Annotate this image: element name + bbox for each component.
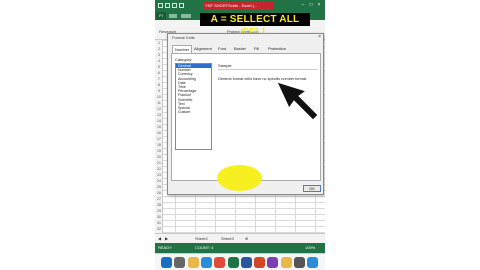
row-headers: 1 2 3 4 5 6 7 8 9 10 11 12 13 14 15 16 17 18 19 20 21 22 23 24 2… (155, 40, 163, 233)
minimize-button[interactable]: – (300, 2, 306, 9)
sheet-nav-next-icon[interactable]: ▶ (165, 235, 168, 243)
window-title: YDF SHORTSvide - Excel (... (203, 1, 273, 10)
sheet-tab-sheet2[interactable]: Sheet2 (195, 235, 208, 243)
status-bar: READY COUNT: 4 100% (155, 243, 325, 253)
excel-icon[interactable] (227, 257, 239, 268)
status-count: COUNT: 4 (195, 245, 214, 250)
zoom-level[interactable]: 100% (305, 243, 315, 253)
tab-number[interactable]: Number (172, 45, 193, 53)
file-tab[interactable]: FI (156, 12, 166, 20)
title-bar: YDF SHORTSvide - Excel (... – □ × (155, 0, 325, 12)
folder-icon[interactable] (280, 257, 292, 268)
annotation-arrow-icon (276, 81, 319, 121)
tab-fill[interactable]: Fill (252, 45, 261, 53)
chrome-icon[interactable] (214, 257, 226, 268)
settings-icon[interactable] (294, 257, 305, 268)
word-icon[interactable] (240, 257, 252, 268)
media-icon[interactable] (267, 257, 279, 268)
category-item[interactable]: Custom (176, 110, 211, 114)
tab-font[interactable]: Font (216, 45, 228, 53)
excel-icon (158, 3, 163, 8)
category-list[interactable]: General Number Currency Accounting Date Time P… (175, 63, 212, 150)
search-icon[interactable] (174, 257, 186, 268)
undo-icon[interactable] (172, 3, 177, 8)
annotation-banner: A = SELLECT ALL CELL (200, 13, 310, 38)
row-header[interactable]: 32 (155, 226, 163, 232)
tab-alignment[interactable]: Alignment (192, 45, 214, 53)
powerpoint-icon[interactable] (254, 257, 266, 268)
sheet-tab-bar: ◀ ▶ Sheet2 Sheet3 ⊕ (155, 233, 325, 243)
close-window-button[interactable]: × (316, 2, 322, 9)
start-icon[interactable] (161, 257, 172, 268)
status-ready: READY (158, 245, 172, 250)
redo-icon[interactable] (179, 3, 184, 8)
close-icon[interactable]: × (318, 34, 321, 40)
file-explorer-icon[interactable] (187, 257, 199, 268)
maximize-button[interactable]: □ (308, 2, 314, 9)
sample-label: Sample (218, 63, 232, 68)
taskbar (155, 253, 325, 270)
sheet-tab-sheet3[interactable]: Sheet3 (221, 235, 234, 243)
sample-divider (218, 69, 318, 70)
category-label: Category: (175, 57, 193, 62)
mail-icon[interactable] (307, 257, 319, 268)
tab-border[interactable]: Border (232, 45, 248, 53)
ok-button[interactable]: OK (303, 185, 321, 192)
excel-window: YDF SHORTSvide - Excel (... – □ × FI Mic… (155, 0, 325, 270)
ribbon-tab[interactable] (181, 14, 191, 18)
edge-icon[interactable] (200, 257, 212, 268)
dialog-title: Format Cells (172, 35, 195, 40)
save-icon[interactable] (165, 3, 170, 8)
add-sheet-icon[interactable]: ⊕ (245, 235, 248, 243)
highlight-marker (217, 165, 262, 191)
ribbon-tab[interactable] (169, 14, 177, 18)
tab-protection[interactable]: Protection (266, 45, 288, 53)
sheet-nav-prev-icon[interactable]: ◀ (158, 235, 161, 243)
